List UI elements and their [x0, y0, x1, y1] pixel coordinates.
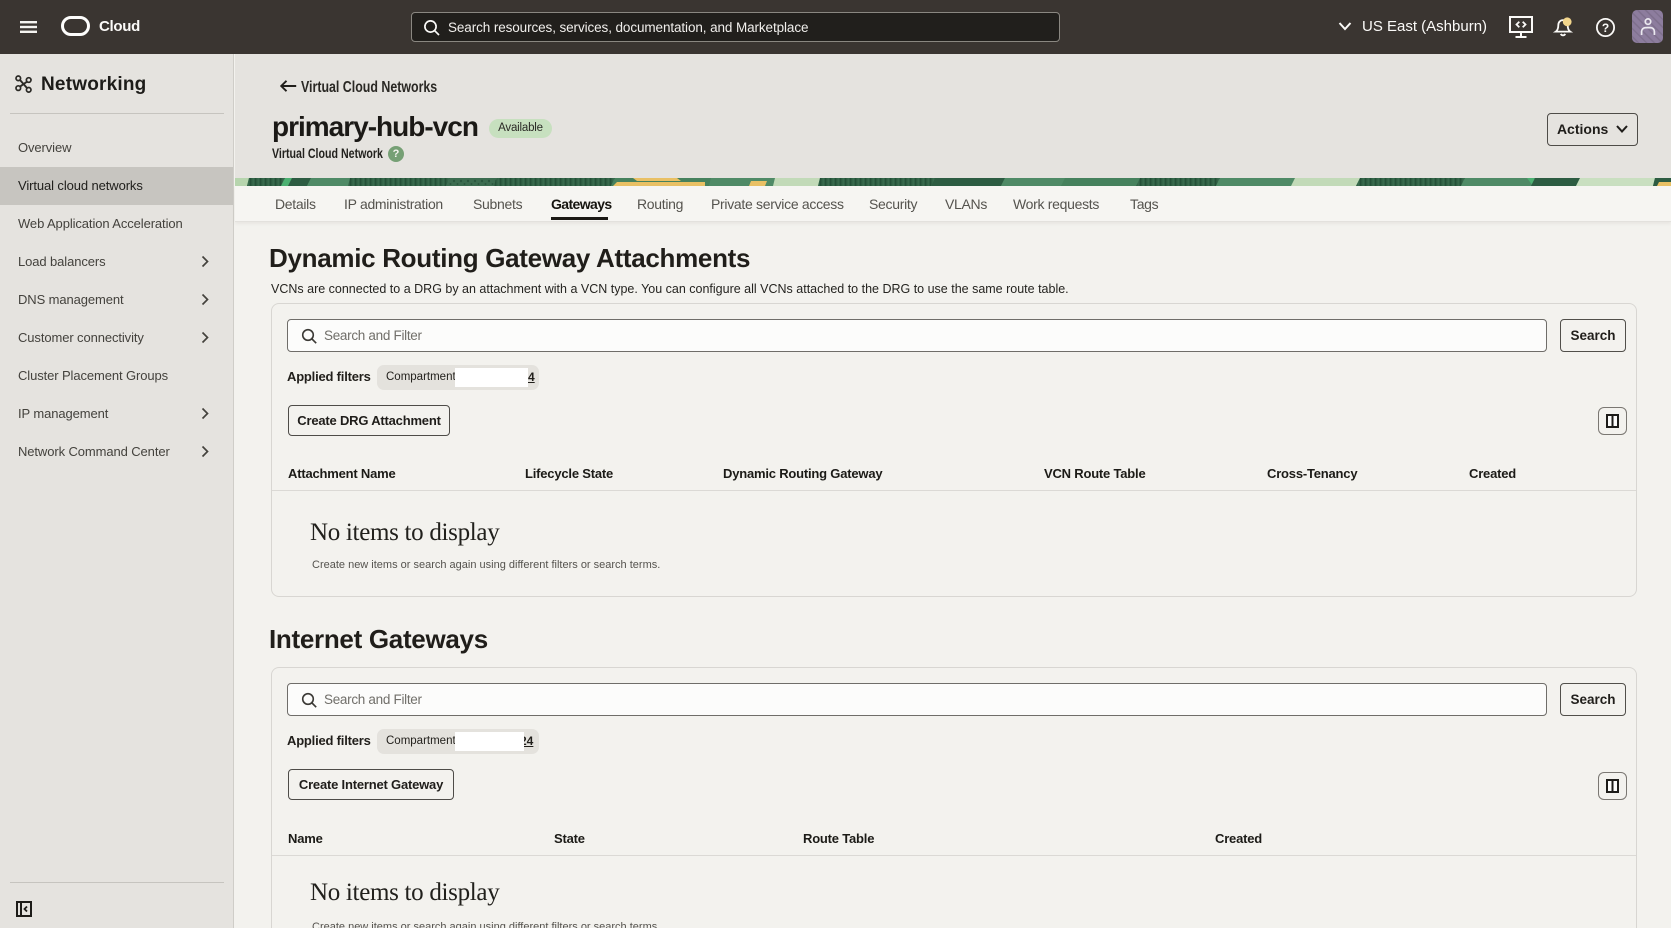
svg-text:?: ?: [1602, 21, 1609, 35]
